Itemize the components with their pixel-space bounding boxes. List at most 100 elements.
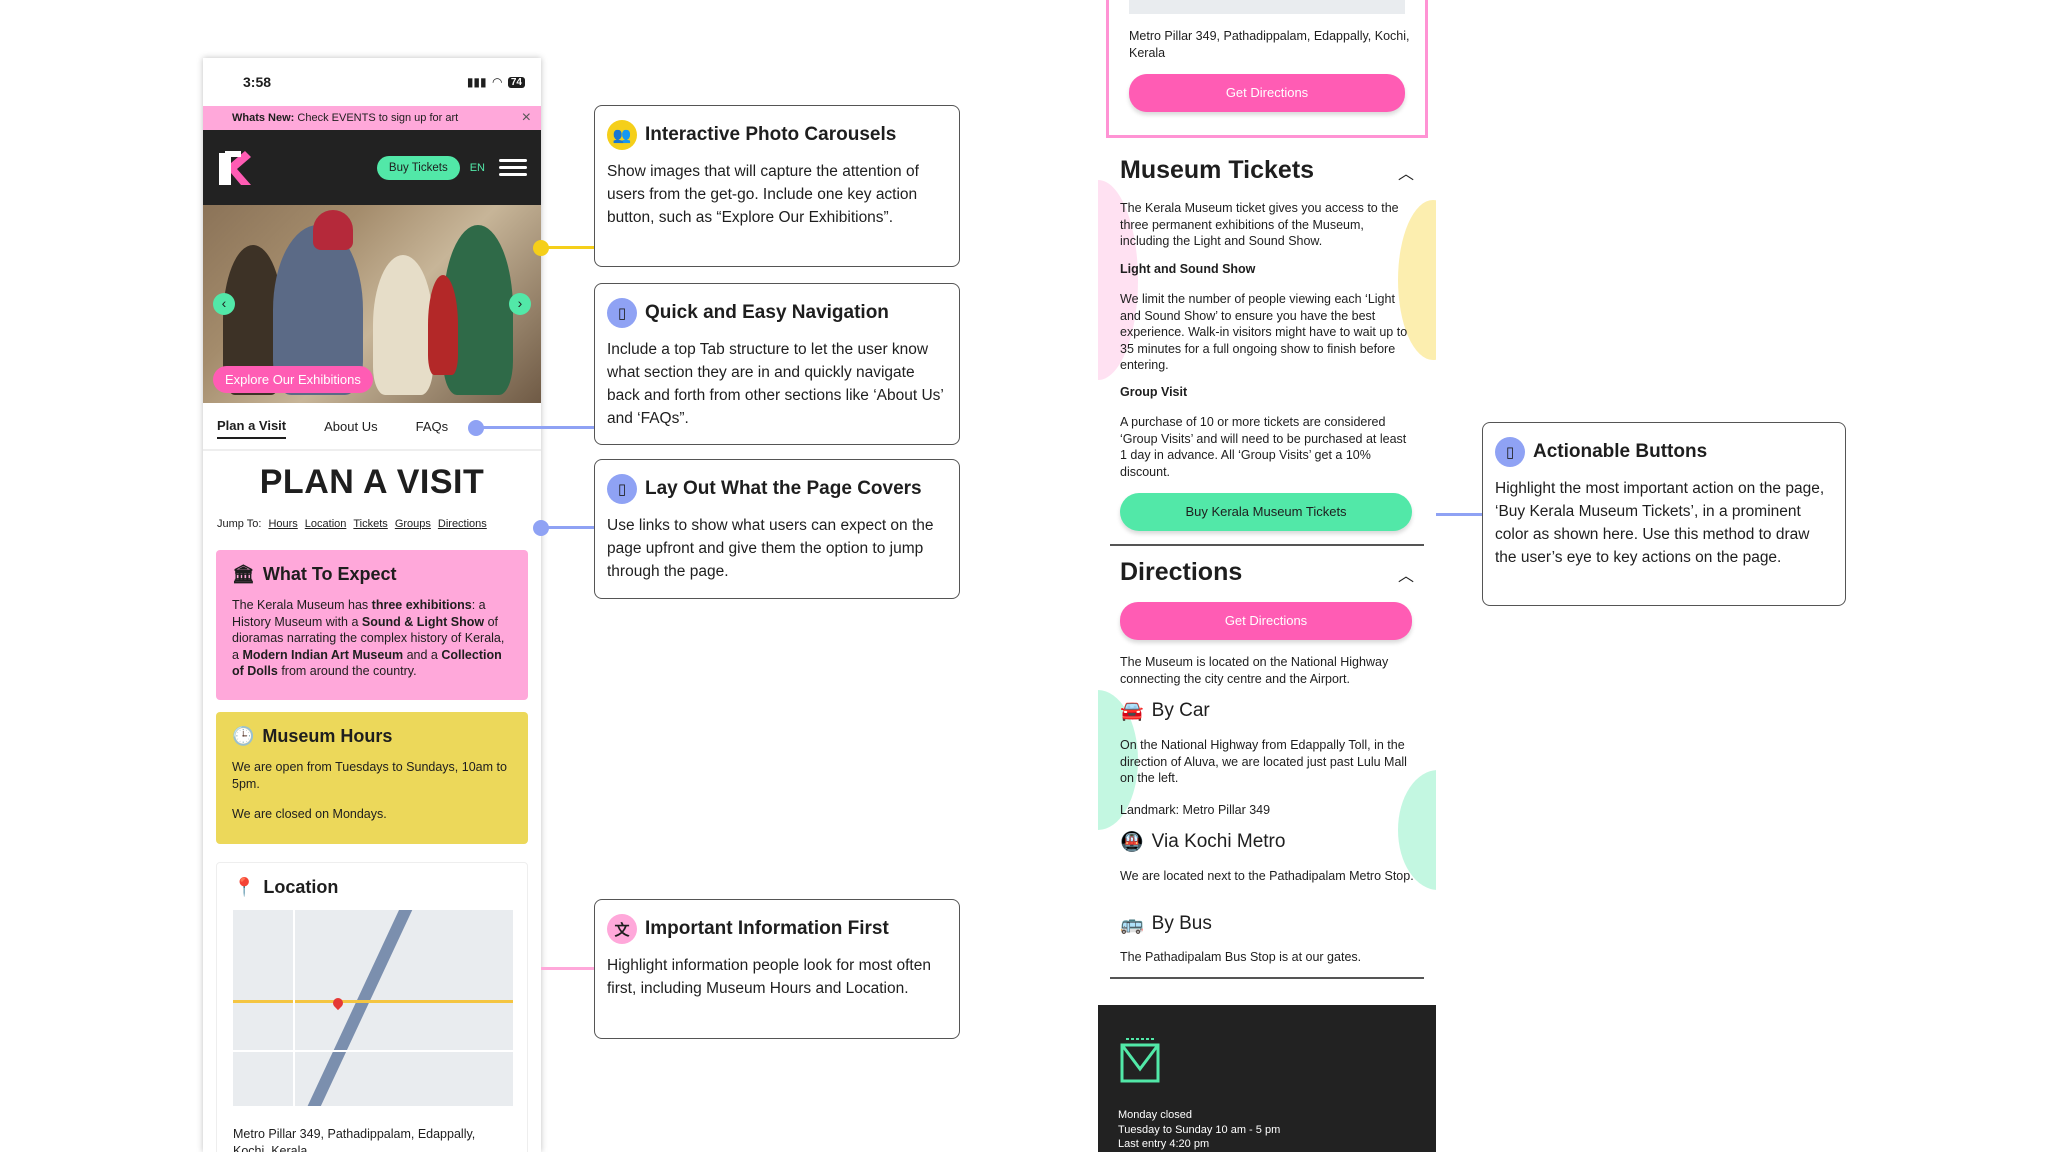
site-footer: Monday closed Tuesday to Sunday 10 am - … xyxy=(1098,1005,1436,1152)
phone-mockup-right: Metro Pillar 349, Pathadippalam, Edappal… xyxy=(1098,0,1436,1152)
phone-mockup-left: 3:58 ▮▮▮ ◠ 74 Whats New: Check EVENTS to… xyxy=(203,58,541,1152)
phone-icon: ▯ xyxy=(1495,437,1525,467)
hamburger-menu-icon[interactable] xyxy=(499,155,527,180)
jump-to-label: Jump To: xyxy=(217,518,262,530)
status-time: 3:58 xyxy=(243,74,272,90)
tab-about-us[interactable]: About Us xyxy=(324,419,377,434)
location-map[interactable] xyxy=(233,910,513,1106)
people-icon: 👥 xyxy=(607,120,637,150)
jump-link-directions[interactable]: Directions xyxy=(438,518,487,530)
battery-icon: 74 xyxy=(507,76,525,88)
museum-hours-card: 🕒 Museum Hours We are open from Tuesdays… xyxy=(216,712,528,844)
museum-hours-heading: 🕒 Museum Hours xyxy=(232,726,393,746)
connector-line xyxy=(541,967,594,970)
callout-photo-carousels: 👥 Interactive Photo Carousels Show image… xyxy=(594,105,960,267)
location-address: Metro Pillar 349, Pathadippalam, Edappal… xyxy=(1129,29,1410,60)
section-divider xyxy=(1110,977,1424,979)
by-bus-text: The Pathadipalam Bus Stop is at our gate… xyxy=(1120,950,1362,964)
footer-hours: Tuesday to Sunday 10 am - 5 pm xyxy=(1118,1123,1281,1136)
what-to-expect-text: The Kerala Museum has three exhibitions:… xyxy=(232,598,505,678)
location-map[interactable] xyxy=(1129,0,1405,14)
what-to-expect-heading: 🏛 What To Expect xyxy=(232,564,397,584)
whats-new-text: Whats New: Check EVENTS to sign up for a… xyxy=(232,112,459,124)
jump-link-groups[interactable]: Groups xyxy=(395,518,431,530)
status-bar: 3:58 ▮▮▮ ◠ 74 xyxy=(203,58,541,106)
carousel-prev-button[interactable]: ‹ xyxy=(213,293,235,315)
museum-hours-closed: We are closed on Mondays. xyxy=(232,807,387,821)
section-divider xyxy=(1110,544,1424,546)
connector-dot xyxy=(468,420,484,436)
jump-link-tickets[interactable]: Tickets xyxy=(353,518,387,530)
jump-to-links: Jump To: Hours Location Tickets Groups D… xyxy=(217,518,541,530)
callout-text: Include a top Tab structure to let the u… xyxy=(607,341,944,427)
what-to-expect-card: 🏛 What To Expect The Kerala Museum has t… xyxy=(216,550,528,700)
metro-icon: 🚇 xyxy=(1120,832,1144,853)
by-bus-heading: 🚌 By Bus xyxy=(1120,913,1212,935)
buy-kerala-museum-tickets-button[interactable]: Buy Kerala Museum Tickets xyxy=(1120,493,1412,531)
tickets-intro: The Kerala Museum ticket gives you acces… xyxy=(1120,201,1399,248)
callout-important-info: 文 Important Information First Highlight … xyxy=(594,899,960,1039)
wifi-icon: ◠ xyxy=(492,75,502,89)
diorama-figure xyxy=(428,275,458,375)
group-visit-heading: Group Visit xyxy=(1120,385,1188,399)
chevron-up-icon[interactable]: ︿ xyxy=(1398,160,1414,184)
photo-carousel[interactable]: ‹ › Explore Our Exhibitions xyxy=(203,205,541,403)
bus-icon: 🚌 xyxy=(1120,914,1144,935)
via-metro-text: We are located next to the Pathadipalam … xyxy=(1120,869,1414,883)
whats-new-banner: Whats New: Check EVENTS to sign up for a… xyxy=(203,106,541,130)
page-title: PLAN A VISIT xyxy=(259,463,485,501)
directions-intro: The Museum is located on the National Hi… xyxy=(1120,655,1389,686)
location-card: 📍 Location Metro Pillar 349, Pathadippal… xyxy=(216,862,528,1152)
status-icons: ▮▮▮ ◠ 74 xyxy=(467,75,525,89)
carousel-next-button[interactable]: › xyxy=(509,293,531,315)
connector-line xyxy=(476,426,594,429)
callout-title: ▯ Quick and Easy Navigation xyxy=(607,298,947,328)
car-icon: 🚘 xyxy=(1120,701,1144,722)
phone-icon: ▯ xyxy=(607,474,637,504)
callout-title: 👥 Interactive Photo Carousels xyxy=(607,120,947,150)
close-icon[interactable]: × xyxy=(522,109,531,127)
jump-link-hours[interactable]: Hours xyxy=(268,518,297,530)
footer-closed: Monday closed xyxy=(1118,1109,1192,1121)
map-road xyxy=(233,1000,513,1003)
map-pin-icon: 📍 xyxy=(233,877,256,897)
buy-tickets-button[interactable]: Buy Tickets xyxy=(376,155,460,180)
connector-dot xyxy=(533,520,549,536)
map-road xyxy=(233,1050,513,1052)
diorama-figure xyxy=(313,210,353,250)
get-directions-button[interactable]: Get Directions xyxy=(1129,74,1405,112)
map-road xyxy=(302,910,416,1106)
explore-exhibitions-button[interactable]: Explore Our Exhibitions xyxy=(213,366,373,393)
diorama-figure xyxy=(373,255,433,395)
clock-icon: 🕒 xyxy=(232,726,255,746)
language-selector[interactable]: EN xyxy=(470,162,485,174)
translate-icon: 文 xyxy=(607,914,637,944)
jump-link-location[interactable]: Location xyxy=(305,518,347,530)
callout-text: Show images that will capture the attent… xyxy=(607,163,919,226)
map-road xyxy=(293,910,295,1106)
signal-icon: ▮▮▮ xyxy=(466,75,487,89)
light-sound-text: We limit the number of people viewing ea… xyxy=(1120,292,1408,372)
callout-actionable-buttons: ▯ Actionable Buttons Highlight the most … xyxy=(1482,422,1846,606)
map-pin-icon xyxy=(330,995,346,1011)
callout-title: ▯ Actionable Buttons xyxy=(1495,437,1833,467)
light-sound-heading: Light and Sound Show xyxy=(1120,262,1256,276)
museum-building-icon: 🏛 xyxy=(232,564,255,584)
chevron-up-icon[interactable]: ︿ xyxy=(1398,562,1414,586)
top-navigation: Buy Tickets EN xyxy=(203,130,541,205)
footer-last-entry: Last entry 4:20 pm xyxy=(1118,1138,1210,1150)
via-metro-heading: 🚇 Via Kochi Metro xyxy=(1120,831,1286,853)
get-directions-button[interactable]: Get Directions xyxy=(1120,602,1412,640)
museum-tickets-heading: Museum Tickets xyxy=(1120,156,1315,184)
museum-logo-icon[interactable] xyxy=(217,149,253,187)
by-car-text: On the National Highway from Edappally T… xyxy=(1120,738,1407,785)
callout-text: Use links to show what users can expect … xyxy=(607,517,934,580)
location-address: Metro Pillar 349, Pathadippalam, Edappal… xyxy=(233,1127,476,1152)
tab-faqs[interactable]: FAQs xyxy=(416,419,449,434)
callout-text: Highlight information people look for mo… xyxy=(607,957,931,997)
location-heading: 📍 Location xyxy=(233,877,339,897)
directions-heading: Directions xyxy=(1120,558,1243,586)
museum-hours-open: We are open from Tuesdays to Sundays, 10… xyxy=(232,760,507,791)
callout-text: Highlight the most important action on t… xyxy=(1495,480,1825,566)
tab-plan-a-visit[interactable]: Plan a Visit xyxy=(217,414,287,439)
